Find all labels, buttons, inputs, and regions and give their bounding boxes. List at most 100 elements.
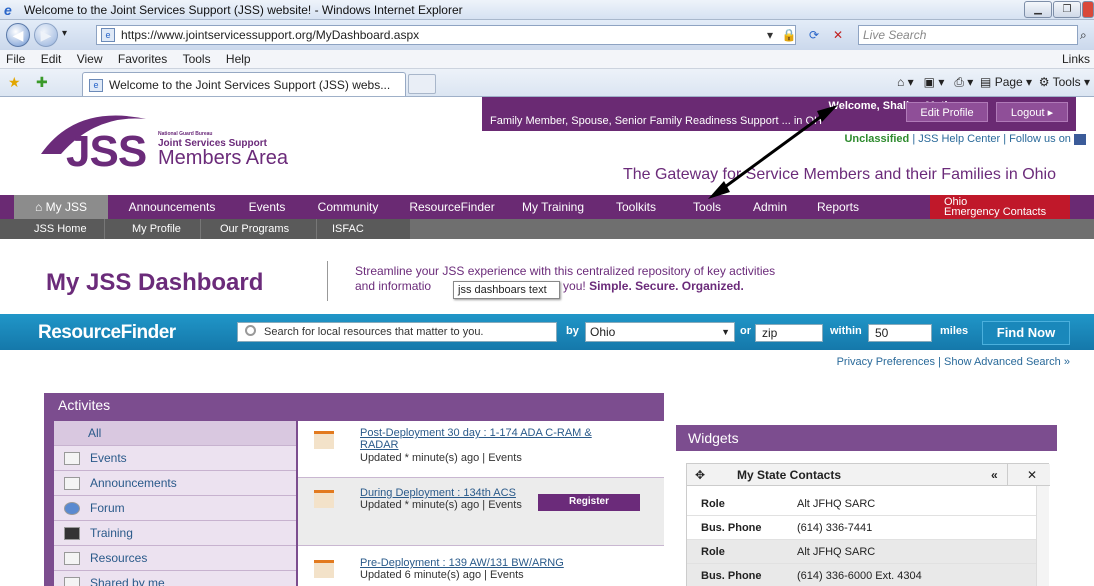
feed-item: Post-Deployment 30 day : 1-174 ADA C-RAM… (298, 421, 664, 478)
widget-scrollbar[interactable] (1036, 486, 1049, 586)
feed-item-link[interactable]: Pre-Deployment : 139 AW/131 BW/ARNG (360, 557, 564, 569)
feed-item-link-cont[interactable]: RADAR (360, 439, 399, 451)
maximize-button[interactable]: ❐ (1053, 1, 1081, 18)
favorites-star-icon[interactable]: ★ (8, 74, 21, 91)
nav-events[interactable]: Events (236, 195, 298, 219)
stop-icon[interactable]: ✕ (828, 25, 848, 45)
contact-key: Role (701, 546, 725, 558)
add-favorites-icon[interactable]: ✚ (36, 74, 48, 91)
nav-community[interactable]: Community (306, 195, 390, 219)
menu-favorites[interactable]: Favorites (118, 52, 167, 66)
menu-tools[interactable]: Tools (183, 52, 211, 66)
close-icon[interactable]: ✕ (1027, 464, 1037, 486)
move-icon[interactable]: ✥ (695, 464, 705, 486)
nav-my-jss[interactable]: ⌂ My JSS (14, 195, 108, 219)
gateway-tagline: The Gateway for Service Members and thei… (622, 166, 1056, 183)
follow-us-link[interactable]: Follow us on (1009, 133, 1071, 145)
register-button[interactable]: Register (538, 494, 640, 511)
forum-icon (64, 502, 80, 515)
refresh-icon[interactable]: ⟳ (804, 25, 824, 45)
feed-item-updated: Updated * minute(s) ago | Events (360, 499, 522, 511)
history-dropdown-icon[interactable]: ▾ (62, 28, 67, 39)
filter-events[interactable]: Events (54, 446, 296, 471)
privacy-preferences-link[interactable]: Privacy Preferences (837, 356, 935, 368)
home-icon[interactable]: ⌂ ▾ (897, 75, 914, 89)
forward-button[interactable]: ▶ (34, 23, 58, 47)
search-icon[interactable]: ⌕ (1080, 28, 1087, 43)
state-select[interactable]: Ohio ▼ (585, 322, 735, 342)
menu-bar: File Edit View Favorites Tools Help Link… (0, 50, 1094, 69)
logo-ngb-text: National Guard Bureau (158, 131, 213, 137)
social-icon[interactable] (1074, 133, 1086, 145)
resourcefinder-bar: ResourceFinder Search for local resource… (0, 314, 1094, 350)
url-input[interactable]: e https://www.jointservicessupport.org/M… (96, 25, 796, 45)
nav-admin[interactable]: Admin (742, 195, 798, 219)
advanced-search-link[interactable]: Show Advanced Search (944, 356, 1061, 368)
logo-members-area: Members Area (158, 147, 289, 169)
calendar-icon (64, 452, 80, 465)
menu-view[interactable]: View (77, 52, 103, 66)
feed-item-updated: Updated 6 minute(s) ago | Events (360, 569, 524, 581)
within-miles-input[interactable]: 50 (868, 324, 932, 342)
widgets-header: Widgets (676, 425, 1057, 451)
menu-edit[interactable]: Edit (41, 52, 62, 66)
state-contacts-widget: ✥ My State Contacts « ✕ Role Alt JFHQ SA… (686, 463, 1050, 586)
filter-forum[interactable]: Forum (54, 496, 296, 521)
filter-shared-by-me[interactable]: Shared by me (54, 571, 296, 586)
minimize-button[interactable]: ▁ (1024, 1, 1052, 18)
nav-toolkits[interactable]: Toolkits (600, 195, 672, 219)
subnav-isfac[interactable]: ISFAC (332, 219, 364, 239)
top-links: Unclassified | JSS Help Center | Follow … (844, 133, 1086, 145)
filter-resources[interactable]: Resources (54, 546, 296, 571)
feeds-icon[interactable]: ▣ ▾ (924, 75, 945, 89)
search-placeholder: Live Search (863, 28, 927, 42)
ohio-emergency-contacts[interactable]: Ohio Emergency Contacts (930, 195, 1070, 219)
subnav-our-programs[interactable]: Our Programs (220, 219, 289, 239)
user-role: Family Member, Spouse, Senior Family Rea… (490, 115, 822, 127)
find-now-button[interactable]: Find Now (982, 321, 1070, 345)
nav-reports[interactable]: Reports (806, 195, 870, 219)
url-dropdown-icon[interactable]: ▾ (762, 25, 778, 45)
new-tab-button[interactable] (408, 74, 436, 94)
menu-help[interactable]: Help (226, 52, 251, 66)
links-label[interactable]: Links (1062, 50, 1090, 69)
double-chevron-down-icon[interactable]: » (1064, 356, 1070, 368)
print-icon[interactable]: ⎙ ▾ (954, 75, 973, 89)
nav-my-training[interactable]: My Training (506, 195, 600, 219)
nav-tools[interactable]: Tools (676, 195, 738, 219)
jss-logo-text[interactable]: JSS (66, 127, 147, 177)
tools-menu[interactable]: ⚙ Tools ▾ (1039, 75, 1090, 89)
resource-search-input[interactable]: Search for local resources that matter t… (237, 322, 557, 342)
nav-announcements[interactable]: Announcements (116, 195, 228, 219)
contact-value: (614) 336-6000 Ext. 4304 (797, 570, 922, 582)
subnav-jss-home[interactable]: JSS Home (34, 219, 87, 239)
sub-nav: JSS Home My Profile Our Programs ISFAC (0, 219, 1094, 239)
window-title: Welcome to the Joint Services Support (J… (24, 3, 463, 17)
help-center-link[interactable]: JSS Help Center (918, 133, 1000, 145)
menu-file[interactable]: File (6, 52, 25, 66)
edit-profile-button[interactable]: Edit Profile (906, 102, 988, 122)
privacy-links: Privacy Preferences | Show Advanced Sear… (836, 356, 1070, 368)
filter-training[interactable]: Training (54, 521, 296, 546)
feed-item-link[interactable]: Post-Deployment 30 day : 1-174 ADA C-RAM… (360, 427, 592, 439)
logout-button[interactable]: Logout ▸ (996, 102, 1068, 122)
lock-icon[interactable]: 🔒 (780, 25, 798, 45)
zip-input[interactable]: zip (755, 324, 823, 342)
nav-resourcefinder[interactable]: ResourceFinder (398, 195, 506, 219)
page-menu[interactable]: ▤ Page ▾ (980, 75, 1032, 89)
contact-value: Alt JFHQ SARC (797, 498, 876, 510)
back-button[interactable]: ◀ (6, 23, 30, 47)
miles-label: miles (940, 325, 969, 337)
subnav-my-profile[interactable]: My Profile (132, 219, 181, 239)
collapse-icon[interactable]: « (991, 464, 998, 486)
contact-value: Alt JFHQ SARC (797, 546, 876, 558)
window-titlebar: e Welcome to the Joint Services Support … (0, 0, 1094, 20)
filter-all[interactable]: All (54, 421, 296, 446)
browser-tab[interactable]: e Welcome to the Joint Services Support … (82, 72, 406, 96)
search-input[interactable]: Live Search (858, 25, 1078, 45)
feed-item-link[interactable]: During Deployment : 134th ACS (360, 487, 516, 499)
close-window-button[interactable] (1082, 1, 1094, 18)
activity-feed: Post-Deployment 30 day : 1-174 ADA C-RAM… (298, 421, 664, 586)
contact-row: Bus. Phone (614) 336-7441 (687, 516, 1036, 540)
filter-announcements[interactable]: Announcements (54, 471, 296, 496)
